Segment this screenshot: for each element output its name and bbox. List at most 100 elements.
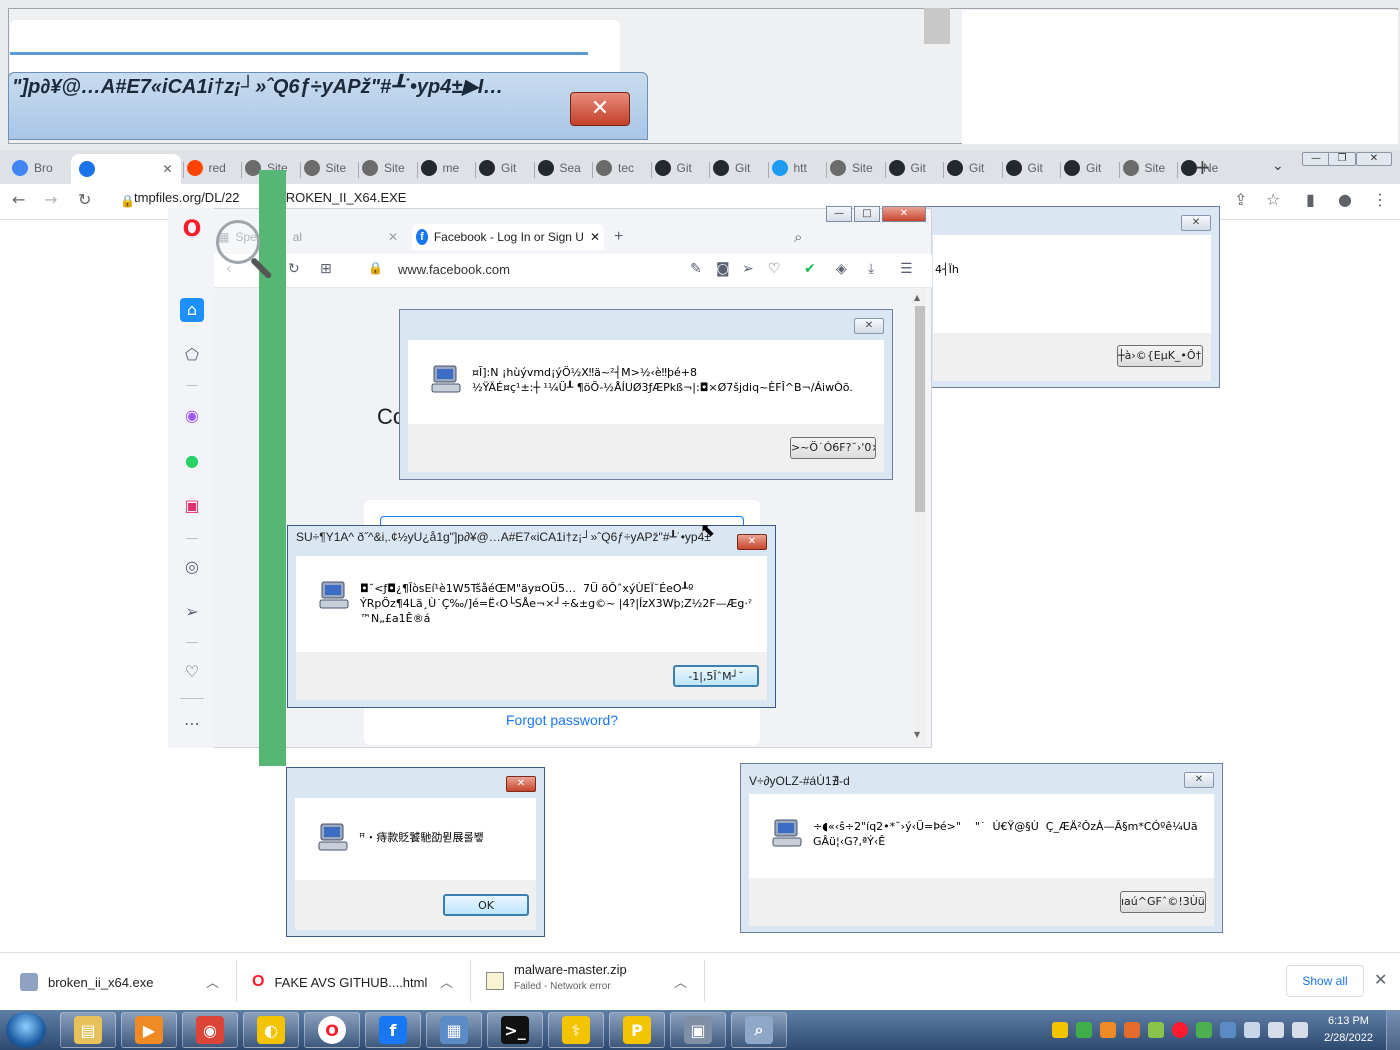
- opera-logo-icon[interactable]: O: [180, 218, 204, 242]
- heart-icon[interactable]: ♡: [180, 660, 204, 684]
- opera-close-button[interactable]: ✕: [882, 206, 926, 222]
- dialog-button[interactable]: >~Ö˙Ó6F?˘›'0×∂: [790, 437, 876, 459]
- taskbar-app-button[interactable]: O: [304, 1012, 360, 1048]
- bookmark-star-icon[interactable]: ☆: [1266, 190, 1280, 209]
- dialog-close-button[interactable]: ✕: [1184, 772, 1214, 788]
- chevron-up-icon[interactable]: ︿: [674, 972, 687, 991]
- tray-app-icon[interactable]: [1052, 1022, 1068, 1038]
- tab-close-icon[interactable]: ✕: [388, 230, 398, 244]
- dialog-close-button[interactable]: ✕: [737, 534, 767, 550]
- chrome-tab[interactable]: ✕: [70, 154, 181, 184]
- menu-icon[interactable]: ⋮: [1372, 190, 1388, 209]
- send-icon[interactable]: ➢: [180, 600, 204, 624]
- taskbar-app-button[interactable]: ◐: [243, 1012, 299, 1048]
- show-desktop-button[interactable]: [1386, 1010, 1400, 1050]
- forgot-password-link[interactable]: Forgot password?: [506, 712, 618, 728]
- reload-icon[interactable]: ↻: [288, 261, 300, 277]
- taskbar-app-button[interactable]: P: [609, 1012, 665, 1048]
- dialog-close-button[interactable]: ✕: [854, 318, 884, 334]
- new-tab-button[interactable]: +: [1194, 155, 1211, 179]
- chrome-tab[interactable]: Bro: [12, 156, 68, 180]
- tab-search-icon[interactable]: ⌕: [794, 224, 802, 250]
- chrome-tab[interactable]: Git: [654, 156, 711, 180]
- tray-app-icon[interactable]: [1076, 1022, 1092, 1038]
- taskbar-app-button[interactable]: f: [365, 1012, 421, 1048]
- speed-dial-icon[interactable]: ⬠: [180, 343, 204, 367]
- opera-new-tab-button[interactable]: +: [614, 224, 623, 250]
- chrome-tab[interactable]: red: [186, 156, 243, 180]
- taskbar-app-button[interactable]: ◉: [182, 1012, 238, 1048]
- chrome-tab[interactable]: me: [420, 156, 477, 180]
- tray-app-icon[interactable]: [1196, 1022, 1212, 1038]
- dialog-close-button[interactable]: ✕: [1181, 215, 1211, 231]
- chrome-tab[interactable]: Git: [888, 156, 945, 180]
- close-window-button[interactable]: ✕: [1356, 152, 1392, 166]
- tray-app-icon[interactable]: [1220, 1022, 1236, 1038]
- network-icon[interactable]: [1268, 1022, 1284, 1038]
- scroll-up-icon[interactable]: ▲: [914, 293, 920, 302]
- tray-app-icon[interactable]: [1124, 1022, 1140, 1038]
- opera-tray-icon[interactable]: [1172, 1022, 1188, 1038]
- download-item-1[interactable]: broken_ii_x64.exe: [20, 962, 154, 1002]
- close-download-shelf-button[interactable]: ✕: [1374, 970, 1387, 989]
- home-icon[interactable]: ⌂: [180, 298, 204, 322]
- tray-app-icon[interactable]: [1148, 1022, 1164, 1038]
- download-icon[interactable]: ⤓: [868, 261, 874, 277]
- download-item-2[interactable]: O FAKE AVS GITHUB....html: [252, 962, 427, 1002]
- restore-button[interactable]: ❐: [1328, 152, 1356, 166]
- opera-minimize-button[interactable]: —: [826, 206, 852, 222]
- opera-url-field[interactable]: www.facebook.com: [398, 262, 510, 277]
- dialog-button[interactable]: ┼à›©{EµK_•Ô†Ĺ: [1117, 345, 1203, 367]
- reload-icon[interactable]: ↻: [78, 190, 91, 209]
- chrome-tab[interactable]: Site: [362, 156, 418, 180]
- taskbar-app-button[interactable]: ⌕: [731, 1012, 787, 1048]
- chevron-up-icon[interactable]: ︿: [440, 972, 453, 991]
- messenger-icon[interactable]: ◉: [180, 404, 204, 428]
- tab-close-icon[interactable]: ✕: [590, 230, 600, 244]
- chrome-tab[interactable]: Site: [303, 156, 360, 180]
- chrome-tab[interactable]: Git: [713, 156, 769, 180]
- tabs-grid-icon[interactable]: ⊞: [320, 261, 332, 277]
- extension-cube-icon[interactable]: ◈: [836, 261, 847, 277]
- chrome-tab[interactable]: Sea: [537, 156, 594, 180]
- ok-button[interactable]: OK: [443, 894, 529, 916]
- player-icon[interactable]: ◎: [180, 555, 204, 579]
- tab-close-icon[interactable]: ✕: [162, 162, 172, 176]
- clock-time[interactable]: 6:13 PM: [1328, 1015, 1369, 1027]
- back-icon[interactable]: ‹: [226, 261, 232, 277]
- taskbar-app-button[interactable]: ▦: [426, 1012, 482, 1048]
- chrome-tab[interactable]: Git: [947, 156, 1003, 180]
- instagram-icon[interactable]: ▣: [180, 494, 204, 518]
- whatsapp-icon[interactable]: ●: [180, 449, 204, 473]
- send-icon[interactable]: ➢: [742, 261, 754, 277]
- taskbar-app-button[interactable]: ▤: [60, 1012, 116, 1048]
- chrome-tab[interactable]: Git: [1005, 156, 1062, 180]
- opera-maximize-button[interactable]: □: [854, 206, 880, 222]
- show-all-button[interactable]: Show all: [1286, 965, 1364, 997]
- tab-search-button[interactable]: ⌄: [1272, 158, 1284, 174]
- chrome-tab[interactable]: Git: [1064, 156, 1120, 180]
- action-center-icon[interactable]: [1244, 1022, 1260, 1038]
- edit-icon[interactable]: ✎: [690, 261, 702, 277]
- forward-icon[interactable]: →: [44, 190, 57, 209]
- share-icon[interactable]: ⇪: [1234, 190, 1247, 209]
- chrome-tab[interactable]: tec: [596, 156, 652, 180]
- opera-scroll-thumb[interactable]: [915, 306, 925, 512]
- easy-setup-icon[interactable]: ☰: [900, 261, 913, 277]
- camera-icon[interactable]: ◙: [716, 261, 730, 277]
- more-icon[interactable]: ⋯: [180, 712, 204, 736]
- side-panel-icon[interactable]: ▮: [1306, 190, 1315, 209]
- taskbar-app-button[interactable]: ⚕: [548, 1012, 604, 1048]
- glitch-close-button[interactable]: ✕: [570, 92, 630, 126]
- taskbar-app-button[interactable]: ▣: [670, 1012, 726, 1048]
- chevron-up-icon[interactable]: ︿: [206, 972, 219, 991]
- taskbar-app-button[interactable]: >_: [487, 1012, 543, 1048]
- chrome-tab[interactable]: htt: [771, 156, 828, 180]
- chrome-tab[interactable]: Site: [830, 156, 886, 180]
- clock-date[interactable]: 2/28/2022: [1324, 1032, 1373, 1044]
- chrome-tab[interactable]: Git: [479, 156, 535, 180]
- heart-icon[interactable]: ♡: [768, 261, 781, 277]
- chrome-tab[interactable]: Site: [1122, 156, 1179, 180]
- scroll-down-icon[interactable]: ▼: [914, 730, 920, 739]
- dialog-close-button[interactable]: ✕: [506, 776, 536, 792]
